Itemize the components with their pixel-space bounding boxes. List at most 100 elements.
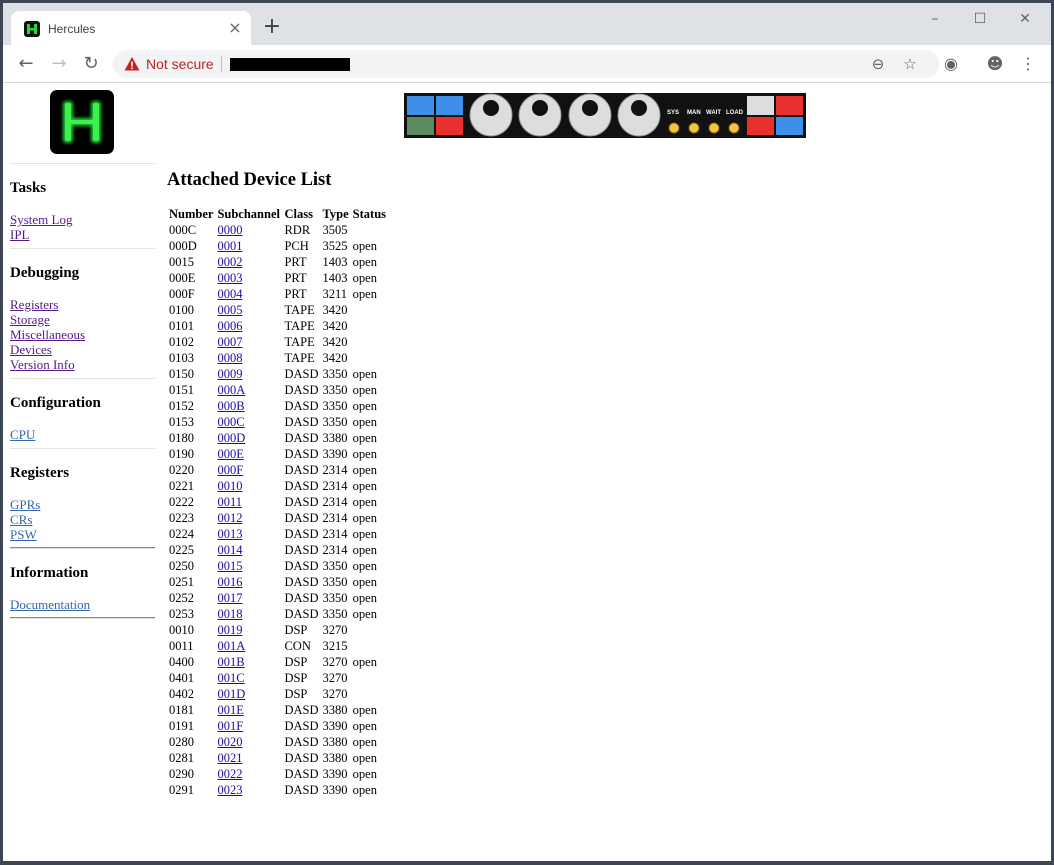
device-class: DASD — [284, 478, 319, 493]
device-status: open — [352, 398, 377, 413]
sidebar-link-documentation[interactable]: Documentation — [10, 597, 155, 612]
device-class: DASD — [284, 766, 319, 781]
subchannel-link[interactable]: 001E — [217, 703, 243, 717]
device-type: 3270 — [322, 686, 348, 701]
subchannel-link[interactable]: 0021 — [217, 751, 242, 765]
zoom-icon[interactable]: ⊖ — [868, 54, 888, 74]
subchannel-link[interactable]: 001C — [217, 671, 244, 685]
profile-avatar-icon[interactable]: ☻ — [984, 53, 1006, 75]
sidebar-link-version-info[interactable]: Version Info — [10, 357, 155, 372]
tab-close-icon[interactable]: × — [227, 20, 243, 36]
subchannel-link[interactable]: 000F — [217, 463, 243, 477]
sidebar-divider — [10, 448, 155, 449]
sidebar-link-system-log[interactable]: System Log — [10, 212, 155, 227]
subchannel-link[interactable]: 0017 — [217, 591, 242, 605]
sidebar-link-cpu[interactable]: CPU — [10, 427, 155, 442]
reload-icon[interactable]: ↻ — [79, 52, 103, 76]
subchannel-cell: 0020 — [215, 734, 282, 750]
more-menu-icon[interactable]: ⋮ — [1017, 53, 1039, 75]
subchannel-link[interactable]: 000E — [217, 447, 243, 461]
table-row: 0291 0023 DASD 3390 open — [167, 782, 388, 798]
subchannel-link[interactable]: 0000 — [217, 223, 242, 237]
device-type: 3350 — [322, 574, 348, 589]
sidebar-link-psw[interactable]: PSW — [10, 527, 155, 542]
table-row: 000C 0000 RDR 3505 — [167, 222, 388, 238]
subchannel-link[interactable]: 000D — [217, 431, 245, 445]
subchannel-link[interactable]: 0008 — [217, 351, 242, 365]
sidebar-divider — [10, 248, 155, 249]
subchannel-link[interactable]: 001D — [217, 687, 245, 701]
table-row: 000D 0001 PCH 3525 open — [167, 238, 388, 254]
star-icon[interactable]: ☆ — [900, 54, 920, 74]
sidebar-link-storage[interactable]: Storage — [10, 312, 155, 327]
tab-hercules[interactable]: Hercules × — [11, 11, 251, 45]
close-window-button[interactable]: ✕ — [1010, 11, 1040, 33]
sidebar-section-information: Information Documentation — [10, 565, 155, 612]
column-header-class: Class — [284, 206, 313, 221]
new-tab-icon[interactable]: + — [261, 16, 283, 39]
subchannel-link[interactable]: 000C — [217, 415, 244, 429]
device-class: DASD — [284, 734, 319, 749]
subchannel-link[interactable]: 000A — [217, 383, 245, 397]
device-number: 0252 — [169, 590, 194, 605]
device-status: open — [352, 606, 377, 621]
sidebar-link-registers[interactable]: Registers — [10, 297, 155, 312]
sidebar-link-crs[interactable]: CRs — [10, 512, 155, 527]
subchannel-link[interactable]: 001A — [217, 639, 245, 653]
subchannel-link[interactable]: 0015 — [217, 559, 242, 573]
subchannel-link[interactable]: 0009 — [217, 367, 242, 381]
device-type: 3350 — [322, 606, 348, 621]
subchannel-link[interactable]: 0020 — [217, 735, 242, 749]
security-status[interactable]: Not secure — [146, 56, 214, 72]
subchannel-link[interactable]: 000B — [217, 399, 244, 413]
subchannel-link[interactable]: 0016 — [217, 575, 242, 589]
minimize-button[interactable]: – — [920, 11, 950, 33]
device-class: TAPE — [284, 302, 315, 317]
device-type: 3270 — [322, 670, 348, 685]
extension-icon[interactable]: ◉ — [940, 53, 962, 75]
subchannel-link[interactable]: 0023 — [217, 783, 242, 797]
device-status: open — [352, 558, 377, 573]
subchannel-link[interactable]: 001F — [217, 719, 243, 733]
subchannel-link[interactable]: 0022 — [217, 767, 242, 781]
subchannel-link[interactable]: 0001 — [217, 239, 242, 253]
sidebar-link-devices[interactable]: Devices — [10, 342, 155, 357]
forward-arrow-icon[interactable]: → — [47, 52, 71, 76]
device-number: 0100 — [169, 302, 194, 317]
sidebar-section-debugging: Debugging Registers Storage Miscellaneou… — [10, 265, 155, 372]
device-type: 3505 — [322, 222, 348, 237]
table-row: 0100 0005 TAPE 3420 — [167, 302, 388, 318]
subchannel-link[interactable]: 0012 — [217, 511, 242, 525]
device-status: open — [352, 446, 377, 461]
subchannel-link[interactable]: 0019 — [217, 623, 242, 637]
device-class: CON — [284, 638, 311, 653]
subchannel-link[interactable]: 0010 — [217, 479, 242, 493]
subchannel-link[interactable]: 0003 — [217, 271, 242, 285]
subchannel-link[interactable]: 0011 — [217, 495, 242, 509]
maximize-button[interactable]: ☐ — [965, 11, 995, 33]
table-row: 0290 0022 DASD 3390 open — [167, 766, 388, 782]
url-text-redacted[interactable] — [230, 58, 350, 71]
device-status: open — [352, 462, 377, 477]
address-bar[interactable]: Not secure ⊖ ☆ — [113, 50, 939, 78]
device-type: 2314 — [322, 494, 348, 509]
subchannel-link[interactable]: 0005 — [217, 303, 242, 317]
device-type: 3350 — [322, 398, 348, 413]
subchannel-link[interactable]: 0014 — [217, 543, 242, 557]
table-row: 000E 0003 PRT 1403 open — [167, 270, 388, 286]
subchannel-link[interactable]: 0018 — [217, 607, 242, 621]
subchannel-link[interactable]: 0006 — [217, 319, 242, 333]
subchannel-link[interactable]: 0013 — [217, 527, 242, 541]
subchannel-link[interactable]: 0004 — [217, 287, 242, 301]
sidebar-link-gprs[interactable]: GPRs — [10, 497, 155, 512]
subchannel-cell: 001F — [215, 718, 282, 734]
device-number: 0251 — [169, 574, 194, 589]
device-status: open — [352, 766, 377, 781]
subchannel-link[interactable]: 001B — [217, 655, 244, 669]
subchannel-cell: 001C — [215, 670, 282, 686]
subchannel-link[interactable]: 0002 — [217, 255, 242, 269]
sidebar-link-ipl[interactable]: IPL — [10, 227, 155, 242]
back-arrow-icon[interactable]: ← — [14, 52, 38, 76]
sidebar-link-miscellaneous[interactable]: Miscellaneous — [10, 327, 155, 342]
subchannel-link[interactable]: 0007 — [217, 335, 242, 349]
